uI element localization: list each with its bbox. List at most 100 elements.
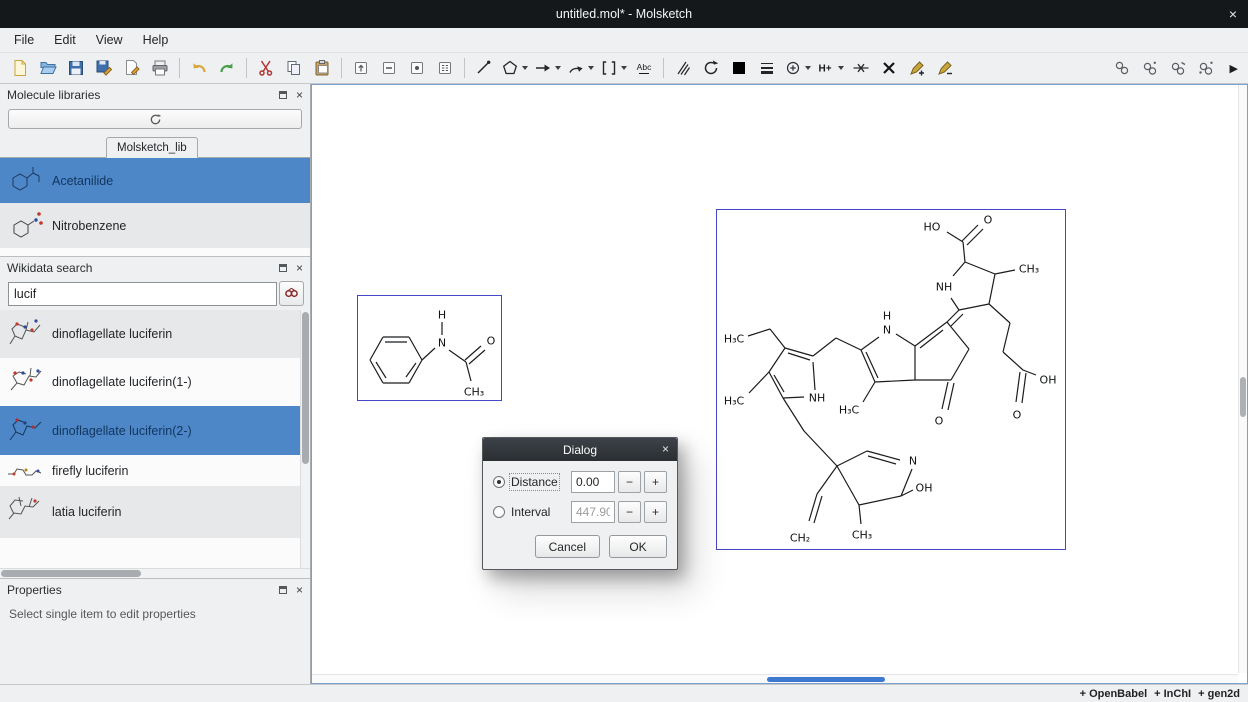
- export-file-button[interactable]: [119, 55, 145, 81]
- distance-increment-button[interactable]: +: [644, 471, 667, 493]
- lone-pair-tool-button[interactable]: [1109, 55, 1135, 81]
- cut-button[interactable]: [253, 55, 279, 81]
- list-item-acetanilide[interactable]: Acetanilide: [0, 158, 310, 203]
- wikidata-vertical-scrollbar[interactable]: [300, 310, 310, 568]
- charge-tool-button[interactable]: [782, 55, 813, 81]
- insert-up-button[interactable]: [348, 55, 374, 81]
- wikidata-horizontal-scrollbar[interactable]: [0, 568, 310, 578]
- atom-label: H: [883, 310, 891, 323]
- ring-tool-button[interactable]: [499, 55, 530, 81]
- list-item-firefly-luciferin[interactable]: firefly luciferin: [0, 455, 310, 486]
- status-openbabel: + OpenBabel: [1080, 688, 1148, 700]
- titlebar: untitled.mol* - Molsketch ×: [0, 0, 1248, 28]
- float-panel-icon[interactable]: [279, 586, 287, 594]
- print-button[interactable]: [147, 55, 173, 81]
- radical-tool-button[interactable]: [1137, 55, 1163, 81]
- redo-button[interactable]: [214, 55, 240, 81]
- menu-item-edit[interactable]: Edit: [44, 30, 86, 50]
- dropdown-arrow-icon: [621, 66, 627, 70]
- svg-text:H+: H+: [818, 64, 831, 75]
- save-as-button[interactable]: [91, 55, 117, 81]
- scrollbar-thumb[interactable]: [1, 570, 141, 577]
- list-item-dinoflagellate-luciferin[interactable]: dinoflagellate luciferin: [0, 310, 310, 358]
- scrollbar-thumb[interactable]: [767, 677, 885, 682]
- panel-header: Properties ×: [0, 579, 310, 600]
- canvas-horizontal-scrollbar[interactable]: [312, 674, 1238, 683]
- pen-remove-button[interactable]: [932, 55, 958, 81]
- align-tool-button[interactable]: [848, 55, 874, 81]
- list-item-dinoflagellate-luciferin-1[interactable]: dinoflagellate luciferin(1-): [0, 358, 310, 406]
- list-item-latia-luciferin[interactable]: latia luciferin: [0, 486, 310, 538]
- list-item-label: dinoflagellate luciferin(2-): [52, 424, 192, 438]
- diradical-tool-button[interactable]: [1193, 55, 1219, 81]
- new-file-icon: [11, 59, 29, 77]
- distance-decrement-button[interactable]: −: [618, 471, 641, 493]
- line-width-button[interactable]: [754, 55, 780, 81]
- cut-icon: [257, 59, 275, 77]
- canvas-vertical-scrollbar[interactable]: [1238, 85, 1247, 673]
- bracket-tool-button[interactable]: [598, 55, 629, 81]
- hatch-bond-button[interactable]: [670, 55, 696, 81]
- insert-minus-button[interactable]: [376, 55, 402, 81]
- toolbar-overflow-button[interactable]: ▶: [1220, 62, 1242, 75]
- pen-add-button[interactable]: [904, 55, 930, 81]
- insert-badge-button[interactable]: [404, 55, 430, 81]
- interval-decrement-button[interactable]: −: [618, 501, 641, 523]
- ok-button[interactable]: OK: [609, 535, 667, 558]
- distance-label[interactable]: Distance: [511, 475, 558, 489]
- luciferin-molecule[interactable]: HOOCH₃NHHNH₃CNHH₃CH₃COOHONOHCH₃CH₂: [716, 209, 1066, 550]
- color-swatch-button[interactable]: [726, 55, 752, 81]
- drawing-canvas[interactable]: HNOCH₃ HOOCH₃NHHNH₃CNHH₃CH₃COOHONOHCH₃CH…: [311, 84, 1248, 684]
- menu-item-file[interactable]: File: [4, 30, 44, 50]
- atom-label: H₃C: [724, 333, 745, 346]
- acetanilide-molecule[interactable]: HNOCH₃: [357, 295, 502, 401]
- new-file-button[interactable]: [7, 55, 33, 81]
- list-item-dinoflagellate-luciferin-2[interactable]: dinoflagellate luciferin(2-): [0, 406, 310, 455]
- delete-tool-button[interactable]: [876, 55, 902, 81]
- interval-input[interactable]: [571, 501, 615, 523]
- toolbar-buttons: Abc H+: [6, 53, 1220, 83]
- float-panel-icon[interactable]: [279, 264, 287, 272]
- cancel-button[interactable]: Cancel: [535, 535, 600, 558]
- scrollbar-thumb[interactable]: [302, 312, 309, 464]
- refresh-library-button[interactable]: [8, 109, 302, 129]
- electron-pair-tool-button[interactable]: [1165, 55, 1191, 81]
- insert-minus-icon: [380, 59, 398, 77]
- distance-input[interactable]: [571, 471, 615, 493]
- wikidata-search-button[interactable]: [279, 281, 304, 306]
- reaction-arrow-button[interactable]: [532, 55, 563, 81]
- list-item-nitrobenzene[interactable]: Nitrobenzene: [0, 203, 310, 248]
- open-file-button[interactable]: [35, 55, 61, 81]
- distance-radio[interactable]: [493, 476, 505, 488]
- undo-button[interactable]: [186, 55, 212, 81]
- tab-molsketch-lib[interactable]: Molsketch_lib: [106, 137, 198, 158]
- insert-grid-button[interactable]: [432, 55, 458, 81]
- panel-title: Properties: [7, 583, 279, 597]
- interval-radio[interactable]: [493, 506, 505, 518]
- close-panel-icon[interactable]: ×: [296, 584, 303, 596]
- draw-bond-button[interactable]: [471, 55, 497, 81]
- interval-increment-button[interactable]: +: [644, 501, 667, 523]
- list-item-label: Acetanilide: [52, 174, 113, 188]
- hydrogen-tool-button[interactable]: H+: [815, 55, 846, 81]
- list-item-label: dinoflagellate luciferin: [52, 327, 172, 341]
- mechanism-arrow-icon: [567, 59, 585, 77]
- window-close-icon[interactable]: ×: [1229, 0, 1237, 28]
- close-panel-icon[interactable]: ×: [296, 89, 303, 101]
- scrollbar-thumb[interactable]: [1240, 377, 1246, 417]
- mechanism-arrow-button[interactable]: [565, 55, 596, 81]
- menu-item-help[interactable]: Help: [133, 30, 179, 50]
- wikidata-search-input[interactable]: [8, 282, 277, 306]
- float-panel-icon[interactable]: [279, 91, 287, 99]
- rotate-tool-button[interactable]: [698, 55, 724, 81]
- close-panel-icon[interactable]: ×: [296, 262, 303, 274]
- dialog-close-icon[interactable]: ×: [662, 438, 669, 461]
- save-file-button[interactable]: [63, 55, 89, 81]
- menu-item-view[interactable]: View: [86, 30, 133, 50]
- paste-button[interactable]: [309, 55, 335, 81]
- interval-label[interactable]: Interval: [511, 505, 550, 519]
- distance-spinbox: − +: [571, 471, 667, 493]
- copy-button[interactable]: [281, 55, 307, 81]
- text-tool-button[interactable]: Abc: [631, 55, 657, 81]
- menubar: File Edit View Help: [0, 28, 1248, 52]
